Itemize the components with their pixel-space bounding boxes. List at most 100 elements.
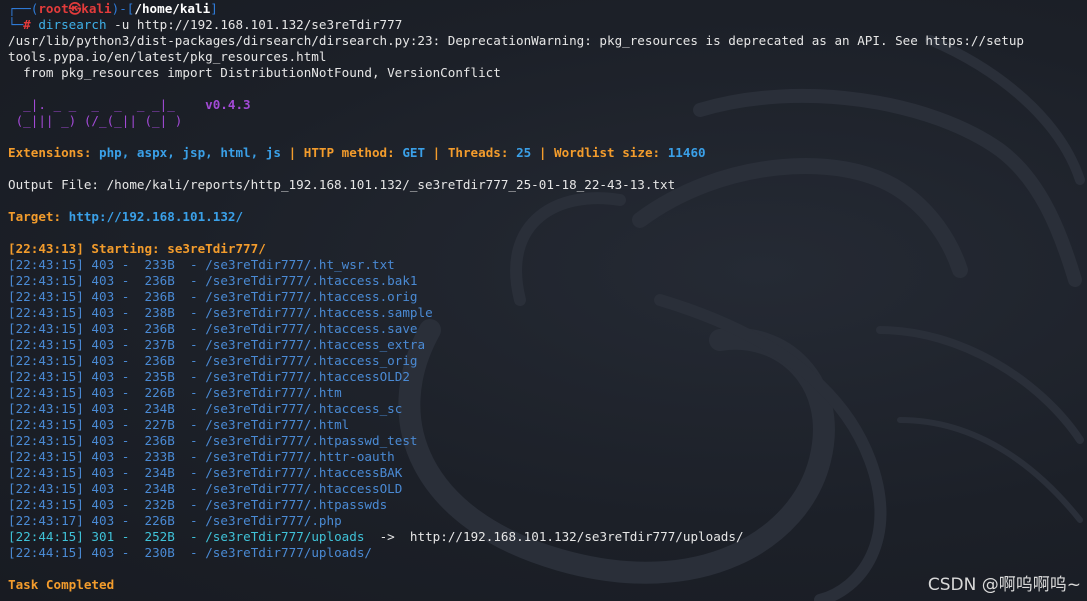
warning-line-3: from pkg_resources import DistributionNo… <box>8 65 501 80</box>
result-status-code: 403 <box>91 401 115 416</box>
method-label: HTTP method: <box>303 145 403 160</box>
extensions-label: Extensions: <box>8 145 99 160</box>
result-path: /se3reTdir777/.htaccess_extra <box>205 337 426 352</box>
result-time: [22:43:15] <box>8 417 84 432</box>
result-size: 235B <box>144 369 175 384</box>
threads-value: 25 <box>516 145 532 160</box>
result-time: [22:43:15] <box>8 273 84 288</box>
result-status-code: 403 <box>91 353 115 368</box>
result-time: [22:43:15] <box>8 465 84 480</box>
result-size: 234B <box>144 465 175 480</box>
result-redirect: -> http://192.168.101.132/se3reTdir777/u… <box>364 529 744 544</box>
banner-line-1: _|. _ _ _ _ _ _|_ v0.4.3 <box>8 97 1083 113</box>
result-row: [22:43:15] 403 - 236B - /se3reTdir777/.h… <box>8 433 418 448</box>
result-row: [22:43:15] 403 - 233B - /se3reTdir777/.h… <box>8 257 395 272</box>
result-row: [22:43:15] 403 - 236B - /se3reTdir777/.h… <box>8 321 418 336</box>
result-size: 234B <box>144 401 175 416</box>
result-size: 230B <box>144 545 175 560</box>
result-time: [22:44:15] <box>8 529 84 544</box>
result-row: [22:43:15] 403 - 236B - /se3reTdir777/.h… <box>8 273 418 288</box>
target-label: Target: <box>8 209 69 224</box>
result-row: [22:43:15] 403 - 233B - /se3reTdir777/.h… <box>8 449 395 464</box>
results-list: [22:43:15] 403 - 233B - /se3reTdir777/.h… <box>8 257 1083 561</box>
config-separator: | <box>280 145 304 160</box>
terminal-window[interactable]: ┌──(root㉿kali)-[/home/kali] └─# dirsearc… <box>0 0 1087 601</box>
result-row: [22:43:15] 403 - 232B - /se3reTdir777/.h… <box>8 497 388 512</box>
result-time: [22:43:15] <box>8 369 84 384</box>
result-status-code: 403 <box>91 257 115 272</box>
result-path: /se3reTdir777/.htaccess_sc <box>205 401 403 416</box>
result-size: 238B <box>144 305 175 320</box>
result-row: [22:43:15] 403 - 236B - /se3reTdir777/.h… <box>8 289 418 304</box>
result-path: /se3reTdir777/.htaccess.orig <box>205 289 418 304</box>
result-path: /se3reTdir777/.ht_wsr.txt <box>205 257 395 272</box>
result-size: 237B <box>144 337 175 352</box>
starting-line: [22:43:13] Starting: se3reTdir777/ <box>8 241 1083 257</box>
result-path: /se3reTdir777/.php <box>205 513 342 528</box>
result-status-code: 403 <box>91 273 115 288</box>
result-time: [22:43:15] <box>8 305 84 320</box>
prompt-box-close: ] <box>210 1 218 16</box>
result-row: [22:43:15] 403 - 237B - /se3reTdir777/.h… <box>8 337 426 352</box>
result-path: /se3reTdir777/.httr-oauth <box>205 449 395 464</box>
result-path: /se3reTdir777/.htaccess.save <box>205 321 418 336</box>
prompt-hash: # <box>23 17 39 32</box>
config-separator: | <box>531 145 554 160</box>
result-status-code: 301 <box>91 529 115 544</box>
result-path: /se3reTdir777/.htaccessBAK <box>205 465 403 480</box>
prompt-corner: └─ <box>8 17 24 32</box>
result-row: [22:44:15] 301 - 252B - /se3reTdir777/up… <box>8 529 744 544</box>
method-value: GET <box>402 145 426 160</box>
result-row: [22:43:15] 403 - 234B - /se3reTdir777/.h… <box>8 465 403 480</box>
result-path: /se3reTdir777/uploads/ <box>205 545 373 560</box>
output-file-line: Output File: /home/kali/reports/http_192… <box>8 177 676 192</box>
result-size: 236B <box>144 273 175 288</box>
result-size: 236B <box>144 353 175 368</box>
result-row: [22:43:15] 403 - 227B - /se3reTdir777/.h… <box>8 417 350 432</box>
prompt-cwd: /home/kali <box>134 1 211 16</box>
result-size: 227B <box>144 417 175 432</box>
result-row: [22:43:15] 403 - 234B - /se3reTdir777/.h… <box>8 481 403 496</box>
result-status-code: 403 <box>91 305 115 320</box>
result-size: 226B <box>144 385 175 400</box>
banner-version: v0.4.3 <box>205 97 251 112</box>
prompt-separator: )-[ <box>111 1 135 16</box>
result-status-code: 403 <box>91 513 115 528</box>
result-time: [22:43:15] <box>8 321 84 336</box>
terminal-output: ┌──(root㉿kali)-[/home/kali] └─# dirsearc… <box>8 1 1083 593</box>
result-row: [22:43:15] 403 - 235B - /se3reTdir777/.h… <box>8 369 410 384</box>
result-status-code: 403 <box>91 545 115 560</box>
result-size: 252B <box>144 529 175 544</box>
result-row: [22:43:15] 403 - 236B - /se3reTdir777/.h… <box>8 353 418 368</box>
result-path: /se3reTdir777/.htaccess.sample <box>205 305 433 320</box>
command-name: dirsearch <box>38 17 107 32</box>
result-status-code: 403 <box>91 433 115 448</box>
result-time: [22:44:15] <box>8 545 84 560</box>
result-size: 236B <box>144 433 175 448</box>
result-path: /se3reTdir777/.html <box>205 417 350 432</box>
result-status-code: 403 <box>91 465 115 480</box>
result-path: /se3reTdir777/.htaccess.bak1 <box>205 273 418 288</box>
threads-label: Threads: <box>447 145 517 160</box>
result-status-code: 403 <box>91 497 115 512</box>
banner-line-2: (_||| _) (/_(_|| (_| ) <box>8 113 206 128</box>
result-size: 233B <box>144 449 175 464</box>
banner-art-1: _|. _ _ _ _ _ _|_ <box>8 97 206 112</box>
result-size: 226B <box>144 513 175 528</box>
result-row: [22:44:15] 403 - 230B - /se3reTdir777/up… <box>8 545 373 560</box>
extensions-value: php, aspx, jsp, html, js <box>99 145 281 160</box>
result-time: [22:43:15] <box>8 433 84 448</box>
result-time: [22:43:15] <box>8 481 84 496</box>
result-time: [22:43:15] <box>8 449 84 464</box>
result-time: [22:43:15] <box>8 401 84 416</box>
result-row: [22:43:15] 403 - 234B - /se3reTdir777/.h… <box>8 401 403 416</box>
result-time: [22:43:17] <box>8 513 84 528</box>
result-path: /se3reTdir777/.htaccess_orig <box>205 353 418 368</box>
result-row: [22:43:15] 403 - 238B - /se3reTdir777/.h… <box>8 305 433 320</box>
prompt-line-2[interactable]: └─# dirsearch -u http://192.168.101.132/… <box>8 17 1083 33</box>
result-status-code: 403 <box>91 449 115 464</box>
